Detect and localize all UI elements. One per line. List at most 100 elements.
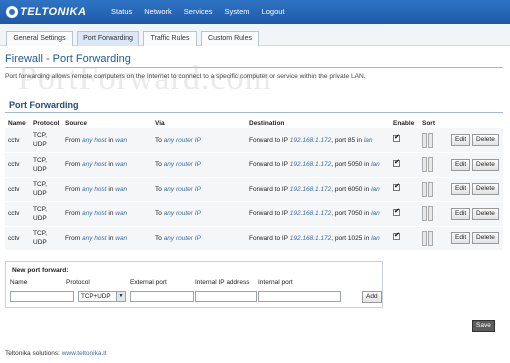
source-zone-link[interactable]: wan — [115, 235, 127, 242]
port-forward-table: Name Protocol Source Via Destination Ena… — [5, 118, 503, 251]
destination-port: , port 85 in — [331, 136, 363, 144]
source-in: in — [108, 161, 114, 169]
menu-services[interactable]: Services — [184, 7, 213, 16]
add-button[interactable]: Add — [362, 291, 382, 303]
destination-prefix: Forward to IP — [249, 210, 288, 218]
edit-button[interactable]: Edit — [451, 134, 471, 146]
enable-checkbox[interactable] — [393, 182, 400, 192]
source-prefix: From — [65, 185, 81, 193]
destination-zone-link[interactable]: lan — [371, 210, 380, 217]
via-prefix: To — [155, 234, 162, 242]
rule-actions-cell: Edit Delete — [448, 177, 503, 202]
table-row: cctv TCP, UDP From any host in wan To any r… — [5, 226, 503, 251]
destination-ip-link[interactable]: 192.168.1.172 — [290, 161, 332, 168]
tab-traffic-rules[interactable]: Traffic Rules — [143, 31, 197, 46]
source-host-link[interactable]: any host — [82, 137, 107, 144]
delete-button[interactable]: Delete — [472, 232, 499, 245]
enable-checkbox[interactable] — [393, 231, 400, 241]
sort-up-handle[interactable] — [422, 230, 427, 246]
table-row: cctv TCP, UDP From any host in wan To any r… — [5, 177, 503, 202]
source-host-link[interactable]: any host — [82, 235, 107, 242]
sort-up-handle[interactable] — [422, 181, 427, 197]
sort-down-handle[interactable] — [428, 157, 433, 173]
source-host-link[interactable]: any host — [82, 210, 107, 217]
source-host-link[interactable]: any host — [82, 161, 107, 168]
edit-button[interactable]: Edit — [451, 207, 471, 220]
rule-via: To any router IP — [152, 177, 246, 202]
sort-up-handle[interactable] — [422, 157, 427, 173]
internal-ip-input[interactable] — [195, 291, 257, 302]
protocol-select[interactable]: TCP+UDP ▼ — [78, 291, 126, 302]
destination-prefix: Forward to IP — [249, 136, 288, 144]
via-link[interactable]: any router IP — [164, 137, 201, 144]
menu-network[interactable]: Network — [144, 7, 172, 16]
section-divider — [5, 112, 503, 113]
source-prefix: From — [65, 210, 81, 218]
edit-button[interactable]: Edit — [451, 183, 471, 196]
destination-ip-link[interactable]: 192.168.1.172 — [290, 186, 332, 193]
menu-logout[interactable]: Logout — [262, 7, 285, 16]
source-in: in — [108, 185, 114, 193]
rule-protocol: TCP, UDP — [33, 230, 47, 247]
via-prefix: To — [155, 136, 162, 144]
tab-general-settings[interactable]: General Settings — [6, 31, 73, 46]
via-link[interactable]: any router IP — [164, 186, 201, 193]
main-menu: Status Network Services System Logout — [111, 7, 297, 16]
destination-ip-link[interactable]: 192.168.1.172 — [290, 137, 332, 144]
edit-button[interactable]: Edit — [451, 232, 471, 245]
destination-zone-link[interactable]: lan — [371, 161, 380, 168]
column-header-sort: Sort — [422, 119, 435, 127]
external-port-input[interactable] — [130, 291, 194, 302]
rule-sort-cell — [419, 202, 448, 227]
via-link[interactable]: any router IP — [164, 210, 201, 217]
new-forward-name-input[interactable] — [10, 291, 74, 302]
destination-ip-link[interactable]: 192.168.1.172 — [290, 235, 332, 242]
rule-source: From any host in wan — [62, 153, 152, 178]
destination-port: , port 6050 in — [331, 185, 370, 193]
save-button[interactable]: Save — [472, 320, 495, 332]
tab-custom-rules[interactable]: Custom Rules — [201, 31, 259, 46]
rule-actions-cell: Edit Delete — [448, 202, 503, 227]
rule-destination: Forward to IP 192.168.1.172, port 5050 i… — [246, 153, 390, 178]
sort-down-handle[interactable] — [428, 230, 433, 246]
source-host-link[interactable]: any host — [82, 186, 107, 193]
enable-checkbox[interactable] — [393, 133, 400, 142]
source-zone-link[interactable]: wan — [115, 186, 127, 193]
table-header-row: Name Protocol Source Via Destination Ena… — [5, 118, 503, 128]
menu-status[interactable]: Status — [111, 7, 132, 16]
column-header-name: Name — [8, 119, 26, 127]
source-zone-link[interactable]: wan — [115, 161, 127, 168]
footer-link[interactable]: www.teltonika.lt — [62, 350, 107, 357]
edit-button[interactable]: Edit — [451, 158, 471, 171]
destination-ip-link[interactable]: 192.168.1.172 — [290, 210, 332, 217]
rule-source: From any host in wan — [62, 128, 152, 153]
page-description: Port forwarding allows remote computers … — [5, 73, 366, 80]
destination-zone-link[interactable]: lan — [371, 235, 380, 242]
menu-system[interactable]: System — [225, 7, 250, 16]
new-forward-header-external-port: External port — [130, 279, 167, 286]
delete-button[interactable]: Delete — [472, 183, 499, 196]
column-header-destination: Destination — [249, 119, 285, 127]
destination-zone-link[interactable]: lan — [371, 186, 380, 193]
tab-port-forwarding[interactable]: Port Forwarding — [77, 31, 139, 46]
via-link[interactable]: any router IP — [164, 235, 201, 242]
sort-up-handle[interactable] — [422, 206, 427, 222]
sort-down-handle[interactable] — [428, 206, 433, 222]
sort-up-handle[interactable] — [422, 132, 427, 148]
sort-down-handle[interactable] — [428, 132, 433, 148]
sort-down-handle[interactable] — [428, 181, 433, 197]
rule-destination: Forward to IP 192.168.1.172, port 7050 i… — [246, 202, 390, 227]
internal-port-input[interactable] — [258, 291, 341, 302]
source-zone-link[interactable]: wan — [115, 210, 127, 217]
rule-actions-cell: Edit Delete — [448, 226, 503, 251]
enable-checkbox[interactable] — [393, 158, 400, 167]
delete-button[interactable]: Delete — [472, 134, 499, 146]
source-zone-link[interactable]: wan — [115, 137, 127, 144]
delete-button[interactable]: Delete — [472, 158, 499, 171]
delete-button[interactable]: Delete — [472, 207, 499, 220]
enable-checkbox[interactable] — [393, 207, 400, 216]
via-link[interactable]: any router IP — [164, 161, 201, 168]
table-row: cctv TCP, UDP From any host in wan To any r… — [5, 152, 503, 178]
rule-sort-cell — [419, 226, 448, 251]
destination-zone-link[interactable]: lan — [364, 137, 373, 144]
